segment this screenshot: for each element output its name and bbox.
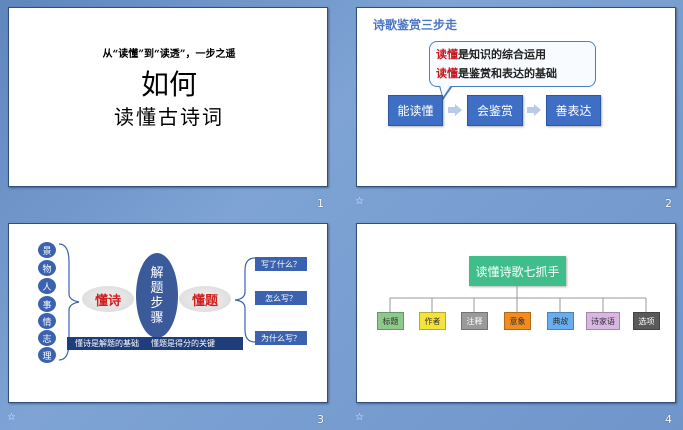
slide-title-line1: 如何 — [140, 68, 197, 101]
leaf-node: 典故 — [547, 312, 574, 330]
slide-thumbnail-2[interactable]: 诗歌鉴赏三步走 读懂是知识的综合运用 读懂是鉴赏和表达的基础 能读懂 会鉴赏 善… — [356, 7, 676, 187]
slide-heading: 诗歌鉴赏三步走 — [373, 18, 458, 32]
bubble-line-1: 读懂是知识的综合运用 — [436, 48, 546, 61]
root-node: 读懂诗歌七抓手 — [469, 256, 566, 286]
bottom-text: 懂题是得分的关键 — [151, 339, 215, 348]
star-icon: ☆ — [355, 196, 364, 207]
star-icon: ☆ — [355, 412, 364, 423]
vertical-item: 景 — [38, 242, 56, 258]
vertical-item: 理 — [38, 347, 56, 363]
bottom-text: 懂诗是解题的基础 — [75, 339, 139, 348]
vertical-item: 志 — [38, 330, 56, 346]
leaf-node: 作者 — [419, 312, 446, 330]
vertical-item: 情 — [38, 313, 56, 329]
right-label: 懂题 — [179, 286, 231, 312]
slide-number: 3 — [317, 413, 324, 426]
center-char: 解 — [150, 265, 164, 281]
question-box: 为什么写？ — [255, 331, 307, 345]
question-box: 写了什么？ — [255, 257, 307, 271]
step-box-2: 会鉴赏 — [467, 95, 523, 126]
center-oval: 解 题 步 骤 — [136, 253, 178, 338]
arrow-right-icon — [448, 104, 462, 116]
tree-connector — [389, 286, 647, 312]
slide-subtitle: 从“读懂”到“读透”，一步之遥 — [102, 49, 236, 60]
slide-number: 2 — [665, 197, 672, 210]
left-label: 懂诗 — [82, 286, 134, 312]
leaf-node: 意象 — [504, 312, 531, 330]
slide-number: 4 — [665, 413, 672, 426]
leaf-node: 标题 — [377, 312, 404, 330]
slide-thumbnail-4[interactable]: 读懂诗歌七抓手 标题 作者 注释 意象 典故 诗家语 选项 — [356, 223, 676, 403]
center-char: 骤 — [150, 310, 164, 326]
brace-connector — [234, 257, 256, 343]
bottom-bar: 懂诗是解题的基础 懂题是得分的关键 — [67, 337, 243, 350]
bubble-line-2: 读懂是鉴赏和表达的基础 — [436, 67, 557, 80]
vertical-item: 物 — [38, 260, 56, 276]
question-box: 怎么写？ — [255, 291, 307, 305]
center-char: 题 — [150, 280, 164, 296]
step-box-1: 能读懂 — [388, 95, 443, 126]
vertical-item: 事 — [38, 296, 56, 312]
slide-thumbnail-1[interactable]: 从“读懂”到“读透”，一步之遥 如何 读懂古诗词 — [8, 7, 328, 187]
slide-number: 1 — [317, 197, 324, 210]
leaf-node: 诗家语 — [586, 312, 620, 330]
slide-title-line2: 读懂古诗词 — [114, 105, 224, 129]
leaf-node: 注释 — [461, 312, 488, 330]
vertical-item: 人 — [38, 278, 56, 294]
slide-thumbnail-3[interactable]: 景 物 人 事 情 志 理 懂诗 解 题 步 骤 懂题 写了什么？ 怎么写？ 为… — [8, 223, 328, 403]
center-char: 步 — [150, 295, 164, 311]
arrow-right-icon — [527, 104, 541, 116]
step-box-3: 善表达 — [546, 95, 601, 126]
leaf-node: 选项 — [633, 312, 660, 330]
star-icon: ☆ — [7, 412, 16, 423]
speech-bubble: 读懂是知识的综合运用 读懂是鉴赏和表达的基础 — [429, 41, 596, 87]
